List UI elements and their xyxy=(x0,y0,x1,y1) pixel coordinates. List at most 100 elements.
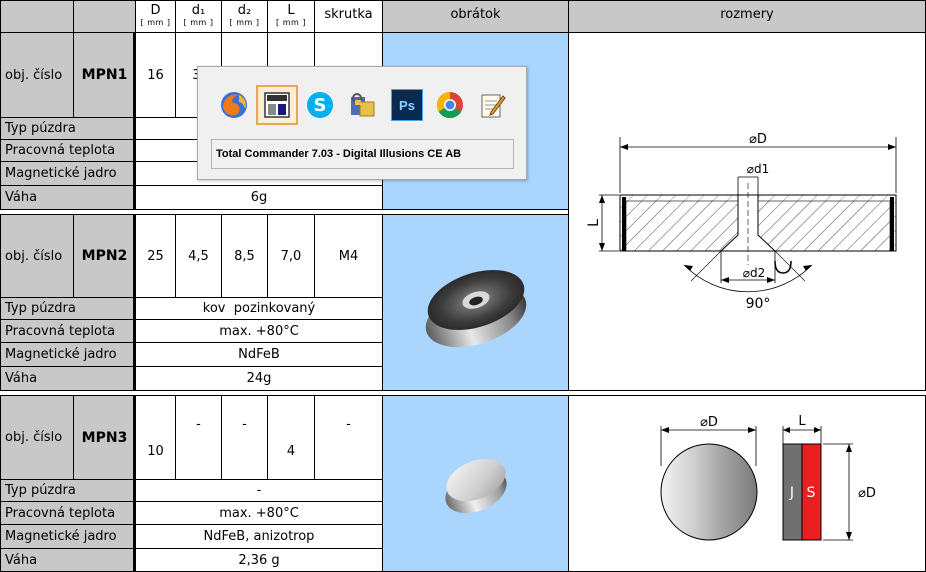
teplota-label-text: Pracovná teplota xyxy=(5,323,116,339)
drawing2-L-label: L xyxy=(798,414,806,429)
header-L-unit: [ mm ] xyxy=(276,17,306,27)
mpn2-typ-value: kov pozinkovaný xyxy=(135,297,383,320)
mpn2-jadro-label: Magnetické jadro xyxy=(0,342,136,367)
mpn3-D: 10 xyxy=(135,395,176,480)
mpn3-typ-label: Typ púzdra xyxy=(0,479,136,502)
header-D-label: D xyxy=(150,2,161,18)
mpn1-vaha-text: 6g xyxy=(250,190,268,205)
mpn1-D-text: 16 xyxy=(147,67,164,83)
mpn3-jadro-label: Magnetické jadro xyxy=(0,524,136,549)
skype-icon[interactable]: S xyxy=(304,89,336,121)
mpn3-teplota-value: max. +80°C xyxy=(135,501,383,525)
notepad-icon[interactable] xyxy=(476,89,508,121)
header-d2-label: d₂ xyxy=(237,2,252,18)
mpn2-teplota-text: max. +80°C xyxy=(219,323,299,339)
mpn2-d1-text: 4,5 xyxy=(188,248,209,264)
header-blank-1 xyxy=(0,0,74,33)
obj-label-text: obj. číslo xyxy=(5,67,63,83)
mpn3-skrutka-text: - xyxy=(346,417,351,432)
mpn3-d2-text: - xyxy=(242,417,247,432)
drawing2-D-label: ⌀D xyxy=(700,415,718,430)
drawing1-D-label: ⌀D xyxy=(749,132,767,147)
vaha-label-text: Váha xyxy=(5,552,38,568)
mpn3-L-text: 4 xyxy=(286,444,296,459)
mpn2-teplota-value: max. +80°C xyxy=(135,319,383,343)
task-switcher-caption-text: Total Commander 7.03 - Digital Illusions… xyxy=(216,148,462,160)
mpn2-d1: 4,5 xyxy=(175,214,222,298)
mpn2-typ-text: kov pozinkovaný xyxy=(202,301,316,316)
total-commander-icon[interactable] xyxy=(256,85,298,125)
mpn2-magnet-photo xyxy=(425,269,526,347)
mpn3-typ-text: - xyxy=(256,483,262,498)
mpn1-teplota-label: Pracovná teplota xyxy=(0,139,136,162)
header-D: D [ mm ] xyxy=(135,0,176,33)
drawing1-d2-label: ⌀d2 xyxy=(743,266,765,280)
drawing2-cell: ⌀D L J S ⌀D xyxy=(568,395,926,572)
mpn1-D: 16 xyxy=(135,32,176,118)
mpn3-skrutka: - xyxy=(314,395,383,480)
mpn2-jadro-value: NdFeB xyxy=(135,342,383,367)
firefox-icon[interactable] xyxy=(218,89,250,121)
mpn2-jadro-text: NdFeB xyxy=(238,347,280,362)
header-d1-unit: [ mm ] xyxy=(183,17,214,27)
mpn1-id-text: MPN1 xyxy=(81,67,128,83)
drawing1-angle-label: 90° xyxy=(746,296,771,312)
mpn1-jadro-label: Magnetické jadro xyxy=(0,161,136,186)
mpn2-d2-text: 8,5 xyxy=(234,248,255,264)
mpn1-vaha-value: 6g xyxy=(135,185,383,210)
mpn1-vaha-label: Váha xyxy=(0,185,136,210)
typ-label-text: Typ púzdra xyxy=(5,121,76,136)
mpn2-id: MPN2 xyxy=(73,214,136,298)
header-L: L [ mm ] xyxy=(267,0,315,33)
mpn2-skrutka: M4 xyxy=(314,214,383,298)
drawing1-d1-label: ⌀d1 xyxy=(747,162,769,176)
mpn2-skrutka-text: M4 xyxy=(338,248,359,264)
mpn3-d1: - xyxy=(175,395,222,480)
mpn2-photo-cell xyxy=(382,214,569,391)
mpn3-jadro-value: NdFeB, anizotrop xyxy=(135,524,383,549)
mpn3-teplota-text: max. +80°C xyxy=(219,505,299,521)
mpn1-id: MPN1 xyxy=(73,32,136,118)
mpn3-obj-label: obj. číslo xyxy=(0,395,74,480)
mpn2-L: 7,0 xyxy=(267,214,315,298)
vaha-label-text: Váha xyxy=(5,190,38,205)
obj-label-text: obj. číslo xyxy=(5,248,63,264)
drawing1-pot-magnet: ⌀D ⌀d1 L ⌀d2 90° xyxy=(586,132,897,312)
header-rozmery-label: rozmery xyxy=(720,7,774,22)
mpn3-d2: - xyxy=(221,395,268,480)
mpn2-L-text: 7,0 xyxy=(280,248,302,264)
magnet-symbol-icon xyxy=(774,260,792,274)
drawing1-L-label: L xyxy=(586,219,602,227)
chrome-icon[interactable] xyxy=(434,89,466,121)
svg-text:S: S xyxy=(314,95,327,116)
keepass-icon[interactable] xyxy=(346,89,378,121)
photoshop-icon[interactable]: Ps xyxy=(391,89,423,121)
header-skrutka-label: skrutka xyxy=(324,7,373,22)
mpn3-id-text: MPN3 xyxy=(81,429,128,446)
drawing2-D-side-label: ⌀D xyxy=(858,486,876,501)
mpn2-id-text: MPN2 xyxy=(81,248,128,264)
mpn3-photo-cell xyxy=(382,395,569,572)
header-d2-unit: [ mm ] xyxy=(229,17,260,27)
teplota-label-text: Pracovná teplota xyxy=(5,143,116,158)
jadro-label-text: Magnetické jadro xyxy=(5,166,117,181)
header-obratok-label: obrátok xyxy=(450,7,501,22)
vaha-label-text: Váha xyxy=(5,371,38,386)
jadro-label-text: Magnetické jadro xyxy=(5,529,117,544)
mpn3-D-text: 10 xyxy=(147,444,164,459)
header-skrutka: skrutka xyxy=(314,0,383,33)
task-switcher-caption: Total Commander 7.03 - Digital Illusions… xyxy=(211,139,514,169)
header-d2: d₂ [ mm ] xyxy=(221,0,268,33)
typ-label-text: Typ púzdra xyxy=(5,301,76,316)
teplota-label-text: Pracovná teplota xyxy=(5,505,116,521)
photoshop-icon-label: Ps xyxy=(399,97,415,113)
obj-label-text: obj. číslo xyxy=(5,430,63,445)
header-blank-2 xyxy=(73,0,136,33)
mpn1-typ-label: Typ púzdra xyxy=(0,117,136,140)
mpn3-typ-value: - xyxy=(135,479,383,502)
header-L-label: L xyxy=(287,2,295,18)
jadro-label-text: Magnetické jadro xyxy=(5,347,117,362)
header-D-unit: [ mm ] xyxy=(140,17,171,27)
mpn2-teplota-label: Pracovná teplota xyxy=(0,319,136,343)
mpn3-vaha-text: 2,36 g xyxy=(238,552,280,568)
